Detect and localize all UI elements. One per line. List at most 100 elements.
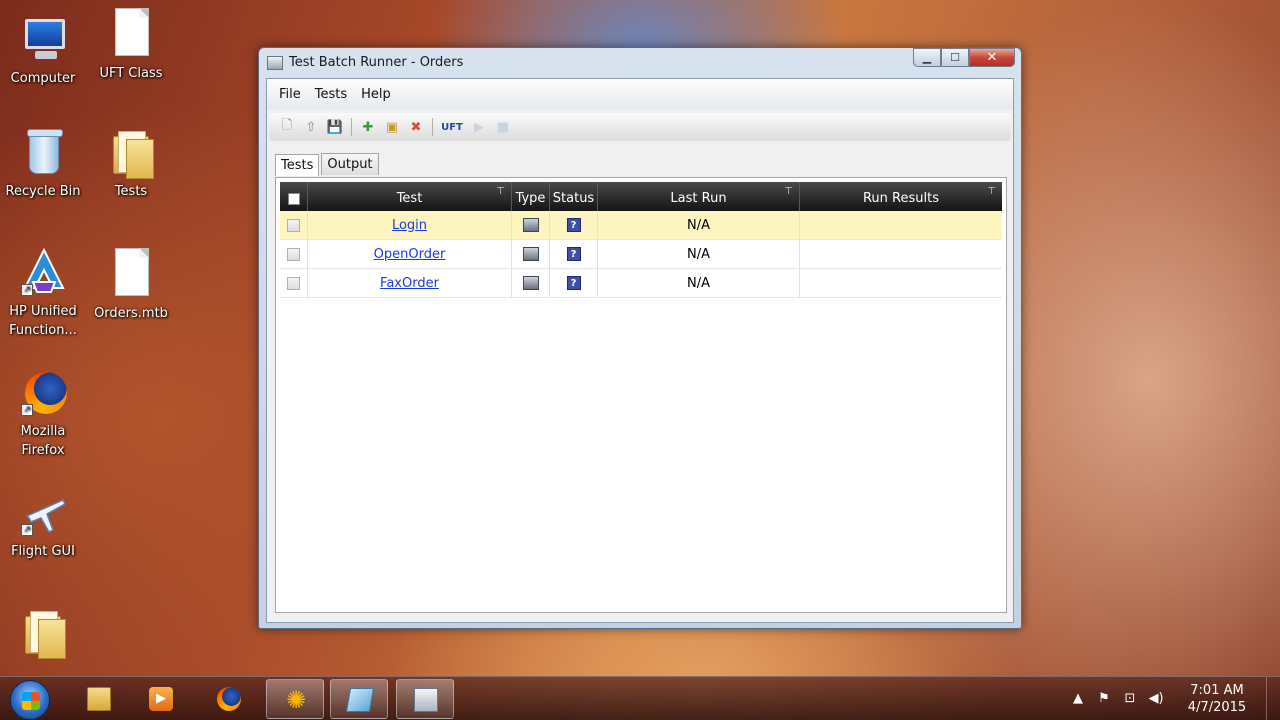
title-bar[interactable]: Test Batch Runner - Orders ▁ ☐ ✕ [259, 48, 1021, 78]
run-button[interactable]: ▶ [467, 116, 491, 138]
maximize-button[interactable]: ☐ [941, 48, 969, 67]
media-player-icon: ▶ [149, 687, 173, 711]
menu-help[interactable]: Help [355, 79, 399, 109]
shortcut-arrow-icon: ↗ [21, 284, 33, 296]
select-all-checkbox[interactable] [287, 192, 300, 205]
column-header-type[interactable]: Type [512, 182, 550, 211]
test-batch-runner-window: Test Batch Runner - Orders ▁ ☐ ✕ File Te… [258, 47, 1022, 629]
desktop-icon-hp-uft[interactable]: ↗ HP Unified Function... [0, 248, 86, 340]
gui-test-type-icon [522, 247, 539, 261]
column-header-label: Run Results [862, 191, 939, 206]
tests-panel: Test ⊤ Type Status Last Run ⊤ Run Results ⊤… [275, 177, 1007, 613]
test-name-cell: Login [308, 211, 512, 239]
uft-button[interactable]: UFT [437, 122, 467, 133]
test-name-cell: OpenOrder [308, 240, 512, 268]
table-row[interactable]: FaxOrder ? N/A [280, 269, 1002, 298]
status-unknown-icon: ? [566, 218, 581, 232]
open-batch-button[interactable]: ⇧ [299, 116, 323, 138]
app-window-icon [345, 688, 375, 712]
tab-tests[interactable]: Tests [275, 154, 320, 176]
show-desktop-button[interactable] [1266, 677, 1280, 720]
airplane-icon: ↗ [19, 488, 67, 538]
type-cell [512, 240, 550, 268]
row-checkbox[interactable] [287, 276, 300, 290]
shortcut-arrow-icon: ↗ [21, 404, 33, 416]
test-link[interactable]: Login [392, 218, 427, 233]
filter-icon[interactable]: ⊤ [987, 186, 996, 197]
taskbar-app[interactable] [330, 679, 388, 719]
row-checkbox[interactable] [287, 247, 300, 261]
table-row[interactable]: Login ? N/A [280, 211, 1002, 240]
clock-date: 4/7/2015 [1187, 700, 1247, 715]
computer-icon [19, 15, 67, 65]
network-icon[interactable]: ⊡ [1122, 691, 1138, 707]
row-checkbox[interactable] [287, 218, 300, 232]
save-batch-button[interactable]: 💾 [323, 116, 347, 138]
volume-icon[interactable]: ◀) [1148, 691, 1164, 707]
status-cell: ? [550, 240, 598, 268]
last-run-cell: N/A [598, 269, 800, 297]
new-file-icon: 🗋 [281, 118, 293, 133]
desktop-icon-flight-gui[interactable]: ↗ Flight GUI [0, 488, 86, 561]
add-folder-button[interactable]: ▣ [380, 116, 404, 138]
column-header-label: Type [515, 191, 546, 206]
table-row[interactable]: OpenOrder ? N/A [280, 240, 1002, 269]
stop-button[interactable]: ■ [491, 116, 515, 138]
desktop-icon-orders-mtb[interactable]: Orders.mtb [88, 248, 174, 323]
document-icon [107, 248, 155, 298]
shortcut-arrow-icon: ↗ [21, 524, 33, 536]
stop-icon: ■ [496, 119, 510, 135]
type-cell [512, 269, 550, 297]
filter-icon[interactable]: ⊤ [784, 186, 793, 197]
folder-icon [107, 128, 155, 179]
action-center-flag-icon[interactable]: ⚑ [1096, 691, 1112, 707]
desktop-icon-folder-partial[interactable] [0, 608, 86, 662]
firefox-icon: ↗ [19, 368, 67, 418]
window-title: Test Batch Runner - Orders [289, 55, 464, 70]
test-link[interactable]: OpenOrder [374, 247, 446, 262]
save-icon: 💾 [326, 119, 344, 135]
toolbar: 🗋 ⇧ 💾 ✚ ▣ ✖ UFT ▶ ■ [269, 113, 1011, 141]
show-hidden-icons-icon[interactable]: ▲ [1070, 691, 1086, 707]
uft-app-icon: ✺ [285, 686, 307, 714]
clock[interactable]: 7:01 AM 4/7/2015 [1182, 682, 1252, 716]
run-results-cell [800, 240, 1002, 268]
desktop-icon-label: Orders.mtb [94, 306, 168, 321]
menu-tests[interactable]: Tests [309, 79, 355, 109]
tab-output[interactable]: Output [321, 153, 379, 175]
remove-test-button[interactable]: ✖ [404, 116, 428, 138]
desktop-icon-computer[interactable]: Computer [0, 15, 86, 88]
minimize-button[interactable]: ▁ [913, 48, 941, 67]
start-button[interactable] [10, 680, 50, 720]
column-header-test[interactable]: Test ⊤ [308, 182, 512, 211]
test-link[interactable]: FaxOrder [380, 276, 439, 291]
desktop-icon-uft-class[interactable]: UFT Class [88, 8, 174, 83]
desktop-icon-label: HP Unified Function... [9, 304, 77, 338]
taskbar-firefox[interactable] [200, 679, 258, 719]
close-button[interactable]: ✕ [969, 48, 1015, 67]
desktop-icon-recycle-bin[interactable]: Recycle Bin [0, 128, 86, 201]
taskbar-uft[interactable]: ✺ [266, 679, 324, 719]
add-test-icon: ✚ [362, 119, 374, 135]
toolbar-separator [351, 118, 352, 136]
firefox-icon [217, 687, 241, 711]
row-check-cell [280, 269, 308, 297]
column-header-label: Test [396, 191, 423, 206]
column-header-run-results[interactable]: Run Results ⊤ [800, 182, 1002, 211]
app-icon [267, 56, 283, 70]
filter-icon[interactable]: ⊤ [496, 186, 505, 197]
menu-file[interactable]: File [273, 79, 309, 109]
desktop-icon-firefox[interactable]: ↗ Mozilla Firefox [0, 368, 86, 460]
taskbar-test-batch-runner[interactable] [396, 679, 454, 719]
desktop-icon-tests[interactable]: Tests [88, 128, 174, 201]
recycle-bin-icon [19, 128, 67, 178]
taskbar-explorer[interactable] [70, 679, 128, 719]
grid-header: Test ⊤ Type Status Last Run ⊤ Run Results ⊤ [280, 182, 1002, 211]
column-header-last-run[interactable]: Last Run ⊤ [598, 182, 800, 211]
taskbar-media-player[interactable]: ▶ [132, 679, 190, 719]
new-batch-button[interactable]: 🗋 [275, 116, 299, 138]
column-header-status[interactable]: Status [550, 182, 598, 211]
status-unknown-icon: ? [566, 247, 581, 261]
system-tray: ▲ ⚑ ⊡ ◀) 7:01 AM 4/7/2015 [1060, 677, 1280, 720]
add-test-button[interactable]: ✚ [356, 116, 380, 138]
